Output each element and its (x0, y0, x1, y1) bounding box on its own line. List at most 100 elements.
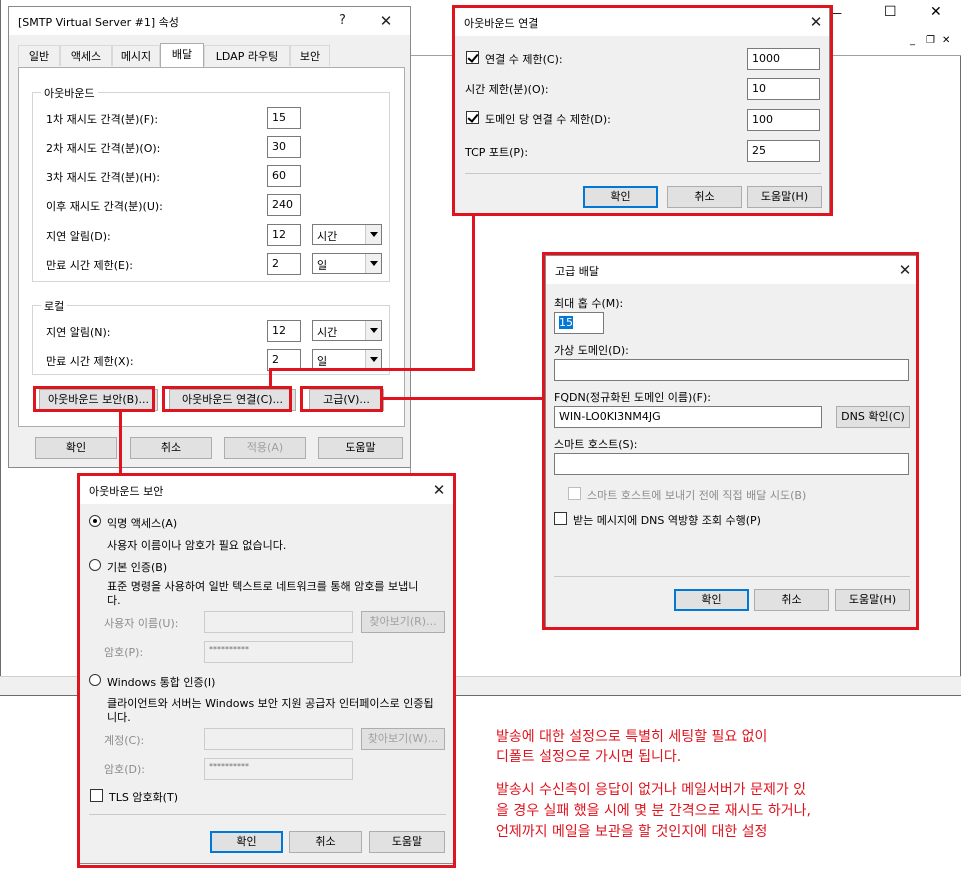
max-hop-input[interactable]: 15 (554, 312, 604, 334)
window-close-button[interactable]: ✕ (930, 4, 942, 20)
third-retry-input[interactable]: 60 (267, 165, 301, 187)
outbound-security-button[interactable]: 아웃바운드 보안(B)... (39, 389, 158, 411)
password-input[interactable]: ********** (204, 641, 353, 663)
help-button[interactable]: 도움말(H) (747, 186, 822, 208)
username-input[interactable] (204, 611, 353, 633)
account-input[interactable] (204, 728, 353, 750)
delay-notify-unit-select[interactable]: 시간 (312, 224, 382, 245)
tab-strip: 일반 액세스 메시지 배달 LDAP 라우팅 보안 (18, 43, 406, 68)
dialog-title: [SMTP Virtual Server #1] 속성 (18, 16, 179, 29)
account-label: 계정(C): (104, 734, 145, 747)
local-delay-notify-input[interactable]: 12 (267, 320, 301, 342)
delay-notify-input[interactable]: 12 (267, 224, 301, 246)
annotation-line-1: 발송에 대한 설정으로 특별히 세팅할 필요 없이 (496, 729, 768, 745)
basic-auth-radio[interactable] (89, 559, 101, 571)
anonymous-description: 사용자 이름이나 암호가 필요 없습니다. (107, 539, 287, 552)
local-delay-notify-unit-select[interactable]: 시간 (312, 320, 382, 341)
local-expiration-unit-select[interactable]: 일 (312, 349, 382, 370)
tab-delivery[interactable]: 배달 (160, 43, 204, 67)
limit-connections-checkbox[interactable] (466, 51, 479, 64)
dialog-title: 아웃바운드 보안 (89, 485, 164, 498)
anonymous-radio[interactable] (89, 515, 101, 527)
cancel-button[interactable]: 취소 (667, 186, 742, 208)
anonymous-label: 익명 액세스(A) (107, 517, 178, 530)
cancel-button[interactable]: 취소 (130, 437, 212, 459)
help-icon[interactable]: ? (339, 12, 353, 30)
advanced-button[interactable]: 고급(V)... (309, 389, 384, 411)
help-button[interactable]: 도움말 (318, 437, 403, 459)
max-hop-label: 최대 홉 수(M): (554, 297, 624, 310)
expiration-label: 만료 시간 제한(E): (46, 259, 133, 272)
browse-w-button[interactable]: 찾아보기(W)... (361, 728, 445, 750)
direct-delivery-checkbox[interactable] (568, 487, 581, 500)
close-icon[interactable]: ✕ (896, 261, 914, 279)
annotation-line-3: 발송시 수신측이 응답이 없거나 메일서버가 문제가 있 (496, 782, 807, 798)
limit-connections-input[interactable]: 1000 (747, 48, 820, 70)
dialog-title: 고급 배달 (555, 265, 599, 278)
password2-input[interactable]: ********** (204, 758, 353, 780)
connector-advanced (382, 397, 543, 400)
windows-auth-radio[interactable] (89, 674, 101, 686)
tab-general[interactable]: 일반 (18, 45, 60, 66)
masquerade-domain-input[interactable] (554, 359, 909, 381)
help-button[interactable]: 도움말(H) (835, 589, 910, 611)
ok-button[interactable]: 확인 (583, 186, 658, 208)
dns-check-button[interactable]: DNS 확인(C) (836, 406, 910, 428)
tab-security[interactable]: 보안 (290, 45, 330, 66)
tab-panel-delivery: 아웃바운드 1차 재시도 간격(분)(F): 15 2차 재시도 간격(분)(O… (18, 67, 405, 427)
subsequent-retry-input[interactable]: 240 (267, 194, 301, 216)
minimize-button[interactable]: — (830, 6, 842, 20)
separator (89, 814, 446, 815)
help-button[interactable]: 도움말 (369, 831, 445, 853)
connector-connection-h (269, 368, 475, 371)
outbound-connection-button[interactable]: 아웃바운드 연결(C)... (169, 389, 296, 411)
reverse-dns-label: 받는 메시지에 DNS 역방향 조회 수행(P) (573, 514, 761, 527)
tls-checkbox[interactable] (90, 789, 103, 802)
close-icon[interactable]: ✕ (430, 481, 448, 499)
tcp-port-input[interactable]: 25 (747, 140, 820, 162)
local-delay-notify-unit-value: 시간 (317, 326, 338, 339)
tab-ldap-routing[interactable]: LDAP 라우팅 (204, 45, 290, 66)
close-icon[interactable]: ✕ (377, 12, 395, 30)
mdi-minimize-button[interactable]: _ (910, 35, 915, 46)
second-retry-input[interactable]: 30 (267, 136, 301, 158)
cancel-button[interactable]: 취소 (289, 831, 362, 853)
browse-r-button[interactable]: 찾아보기(R)... (361, 611, 445, 633)
per-domain-limit-checkbox[interactable] (466, 111, 479, 124)
outbound-connection-titlebar: 아웃바운드 연결 ✕ (455, 8, 829, 36)
fqdn-input[interactable]: WIN-LO0KI3NM4JG (554, 406, 822, 428)
annotation-line-4: 을 경우 실패 했을 시에 몇 분 간격으로 재시도 하거나, (496, 803, 811, 819)
smart-host-input[interactable] (554, 453, 909, 475)
timeout-input[interactable]: 10 (747, 78, 820, 100)
tls-label: TLS 암호화(T) (109, 791, 178, 804)
mdi-close-button[interactable]: ✕ (942, 35, 950, 46)
close-icon[interactable]: ✕ (807, 13, 825, 31)
chevron-down-icon (365, 225, 381, 244)
limit-connections-label: 연결 수 제한(C): (485, 53, 563, 66)
ok-button[interactable]: 확인 (674, 589, 749, 611)
tab-messages[interactable]: 메시지 (112, 45, 160, 66)
apply-button[interactable]: 적용(A) (224, 437, 306, 459)
windows-auth-description-cont: 니다. (107, 711, 131, 724)
timeout-label: 시간 제한(분)(O): (465, 83, 549, 96)
ok-button[interactable]: 확인 (35, 437, 117, 459)
second-retry-label: 2차 재시도 간격(분)(O): (46, 142, 161, 155)
separator (554, 576, 910, 577)
maximize-button[interactable]: ☐ (884, 4, 897, 20)
password-label: 암호(P): (104, 646, 144, 659)
expiration-unit-select[interactable]: 일 (312, 253, 382, 274)
mdi-restore-button[interactable]: ❐ (926, 35, 935, 46)
cancel-button[interactable]: 취소 (754, 589, 829, 611)
first-retry-input[interactable]: 15 (267, 107, 301, 129)
chevron-down-icon (365, 254, 381, 273)
expiration-input[interactable]: 2 (267, 253, 301, 275)
per-domain-limit-input[interactable]: 100 (747, 109, 820, 131)
password2-label: 암호(D): (104, 763, 145, 776)
per-domain-limit-label: 도메인 당 연결 수 제한(D): (485, 113, 611, 126)
smart-host-label: 스마트 호스트(S): (554, 438, 638, 451)
tab-access[interactable]: 액세스 (60, 45, 112, 66)
ok-button[interactable]: 확인 (210, 831, 283, 853)
chevron-down-icon (365, 321, 381, 340)
windows-auth-description: 클라이언트와 서버는 Windows 보안 지원 공급자 인터페이스로 인증됩 (107, 697, 434, 710)
reverse-dns-checkbox[interactable] (554, 512, 567, 525)
